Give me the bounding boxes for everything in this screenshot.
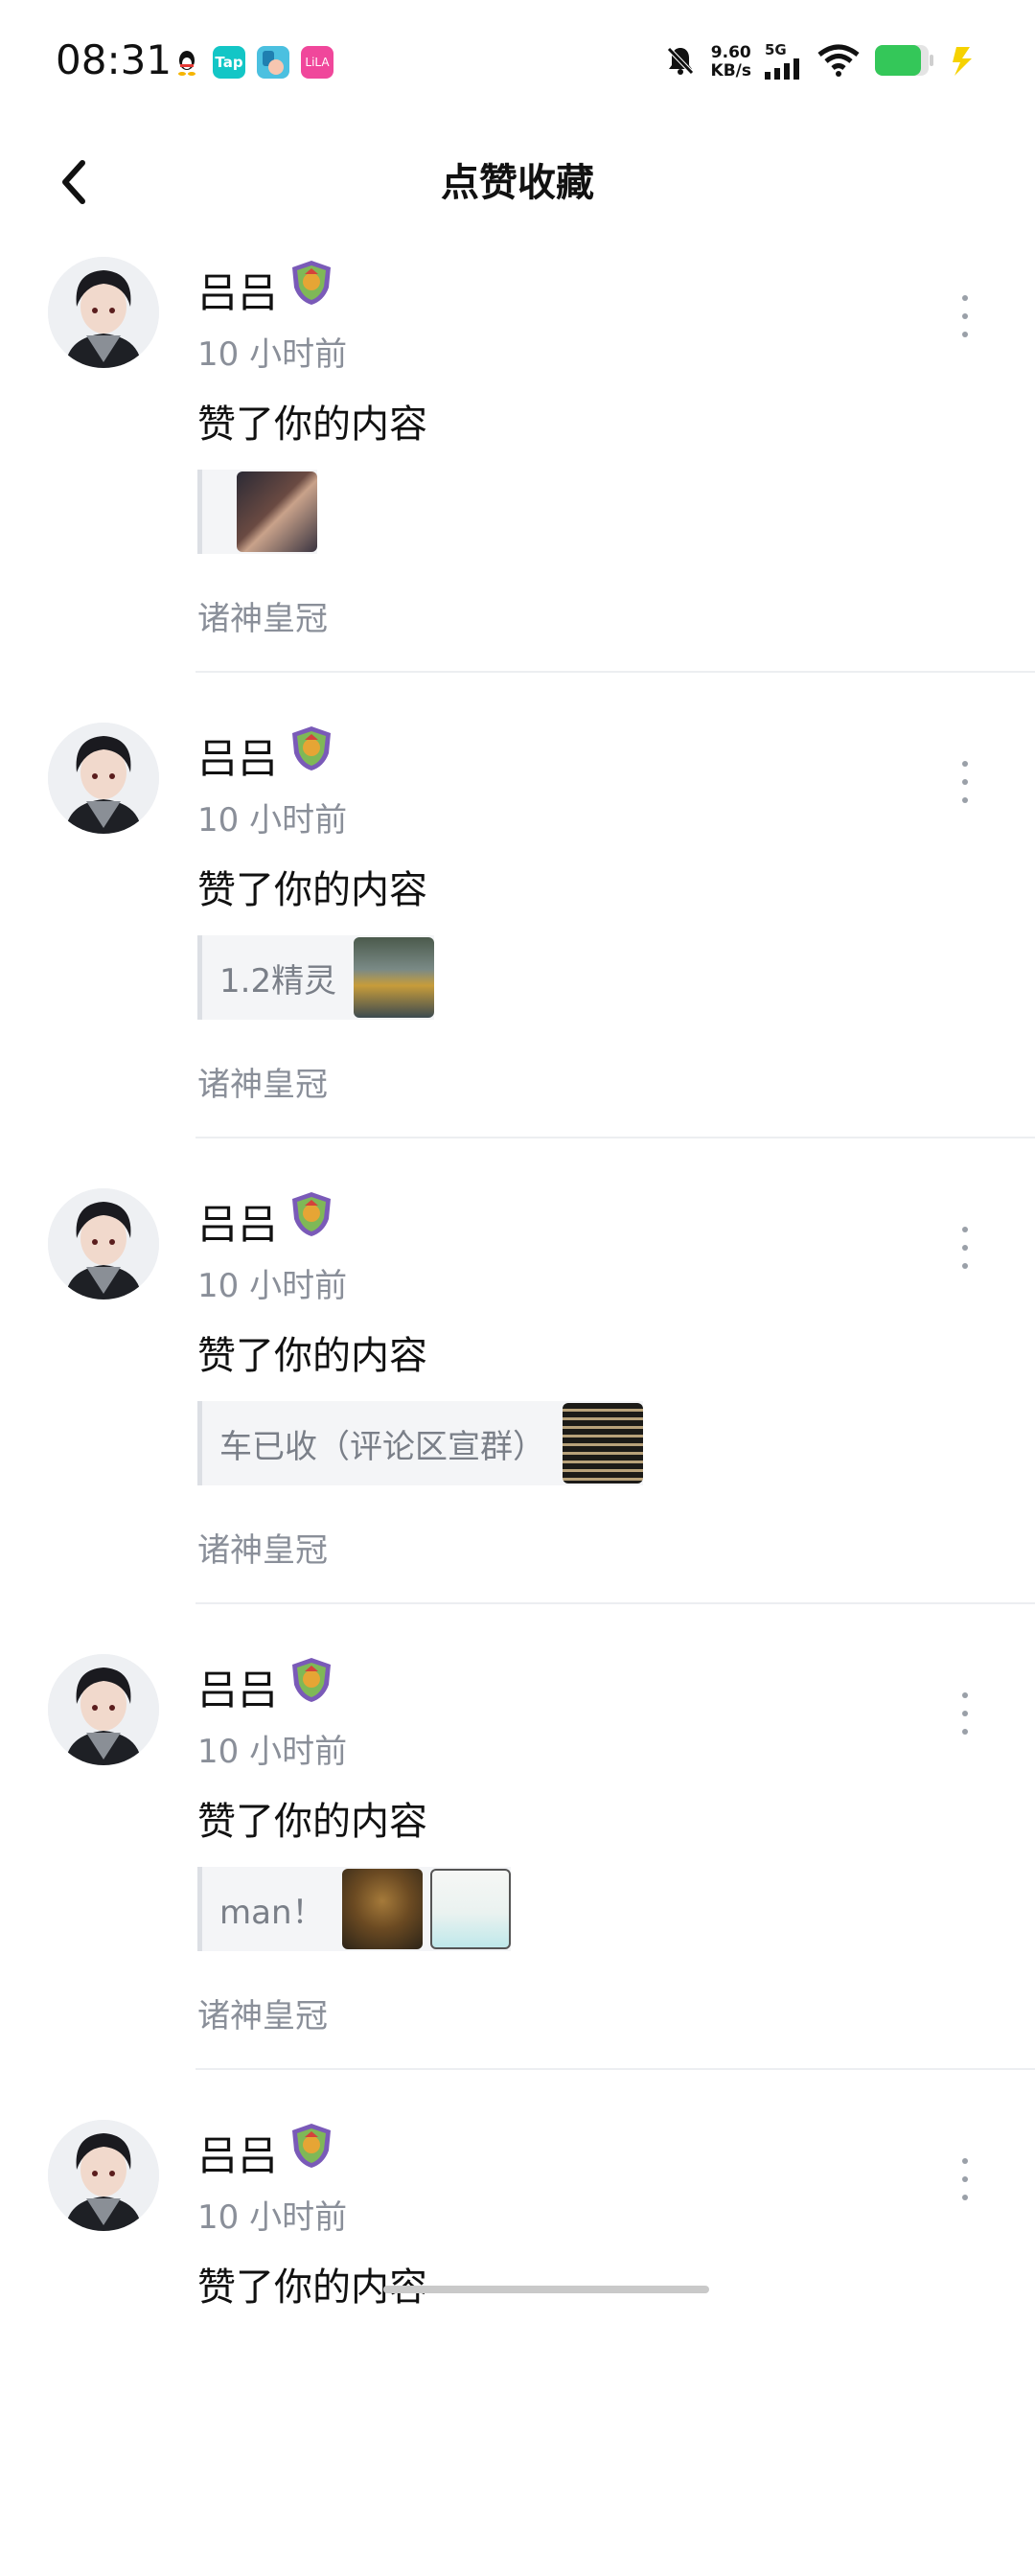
quoted-content[interactable]: 1.2精灵: [197, 935, 435, 1020]
action-text: 赞了你的内容: [197, 402, 427, 447]
game-tag[interactable]: 诸神皇冠: [197, 1524, 328, 1571]
avatar[interactable]: [48, 723, 159, 834]
page-title: 点赞收藏: [441, 161, 594, 205]
game-tag[interactable]: 诸神皇冠: [197, 1990, 328, 2036]
timestamp: 10 小时前: [197, 801, 348, 840]
avatar[interactable]: [48, 1188, 159, 1300]
content-thumbnail[interactable]: [429, 1869, 511, 1949]
action-text: 赞了你的内容: [197, 868, 427, 912]
quote-text: 1.2精灵: [219, 961, 337, 1000]
avatar[interactable]: [48, 2120, 159, 2231]
header: 点赞收藏: [0, 125, 1035, 240]
charging-icon: [949, 43, 978, 81]
more-options-icon[interactable]: [954, 1692, 977, 1735]
divider: [196, 671, 1035, 673]
timestamp: 10 小时前: [197, 1733, 348, 1771]
shield-badge-icon: [289, 724, 334, 772]
content-thumbnail[interactable]: [354, 937, 435, 1018]
timestamp: 10 小时前: [197, 335, 348, 374]
shield-badge-icon: [289, 1656, 334, 1704]
quoted-content[interactable]: man！: [197, 1867, 511, 1951]
divider: [196, 2068, 1035, 2070]
username[interactable]: 吕吕: [197, 1192, 278, 1251]
mute-bell-icon: [663, 43, 698, 81]
feed-list: 吕吕 10 小时前 赞了你的内容 诸神皇冠 吕吕 10 小时前 赞了你的内容 1…: [0, 247, 1035, 2576]
timestamp: 10 小时前: [197, 2198, 348, 2237]
content-thumbnail[interactable]: [237, 472, 317, 552]
shield-badge-icon: [289, 259, 334, 307]
quoted-content[interactable]: [197, 470, 317, 554]
shield-badge-icon: [289, 1190, 334, 1238]
avatar[interactable]: [48, 1654, 159, 1765]
more-options-icon[interactable]: [954, 2158, 977, 2200]
action-text: 赞了你的内容: [197, 1334, 427, 1378]
game-tag[interactable]: 诸神皇冠: [197, 592, 328, 639]
quote-text: 车已收（评论区宣群）: [219, 1427, 545, 1466]
username[interactable]: 吕吕: [197, 1658, 278, 1716]
quote-text: man！: [219, 1893, 325, 1932]
list-item[interactable]: 吕吕 10 小时前 赞了你的内容 1.2精灵 诸神皇冠: [0, 713, 1035, 1179]
divider: [196, 1137, 1035, 1138]
taptap-icon: Tap: [213, 46, 245, 79]
username[interactable]: 吕吕: [197, 726, 278, 785]
action-text: 赞了你的内容: [197, 1800, 427, 1844]
username[interactable]: 吕吕: [197, 261, 278, 319]
more-options-icon[interactable]: [954, 761, 977, 803]
more-options-icon[interactable]: [954, 1227, 977, 1269]
speed-unit: KB/s: [710, 61, 751, 80]
divider: [196, 1602, 1035, 1604]
signal-icon: [765, 58, 803, 83]
app-notification-icon: [257, 46, 289, 79]
content-thumbnail[interactable]: [563, 1403, 643, 1484]
shield-badge-icon: [289, 2122, 334, 2170]
network-type: 5G: [765, 41, 787, 58]
battery-icon: [874, 43, 935, 81]
content-thumbnail[interactable]: [341, 1869, 423, 1949]
username[interactable]: 吕吕: [197, 2124, 278, 2182]
status-indicators: 9.60 KB/s 5G: [663, 38, 978, 86]
quoted-content[interactable]: 车已收（评论区宣群）: [197, 1401, 643, 1485]
wifi-icon: [816, 43, 861, 81]
status-time: 08:31: [56, 36, 172, 83]
list-item[interactable]: 吕吕 10 小时前 赞了你的内容 man！ 诸神皇冠: [0, 1644, 1035, 2110]
network-speed: 9.60 KB/s: [711, 44, 751, 80]
lila-icon: LiLA: [301, 46, 334, 79]
status-bar: 08:31 Tap LiLA 9.60 KB/s 5G: [0, 0, 1035, 125]
action-text: 赞了你的内容: [197, 2266, 427, 2310]
list-item[interactable]: 吕吕 10 小时前 赞了你的内容 诸神皇冠: [0, 247, 1035, 713]
home-indicator[interactable]: [383, 2286, 709, 2293]
qq-icon: [171, 46, 203, 79]
list-item[interactable]: 吕吕 10 小时前 赞了你的内容: [0, 2110, 1035, 2576]
more-options-icon[interactable]: [954, 295, 977, 337]
speed-value: 9.60: [710, 43, 751, 62]
avatar[interactable]: [48, 257, 159, 368]
timestamp: 10 小时前: [197, 1267, 348, 1305]
list-item[interactable]: 吕吕 10 小时前 赞了你的内容 车已收（评论区宣群） 诸神皇冠: [0, 1179, 1035, 1644]
game-tag[interactable]: 诸神皇冠: [197, 1058, 328, 1105]
